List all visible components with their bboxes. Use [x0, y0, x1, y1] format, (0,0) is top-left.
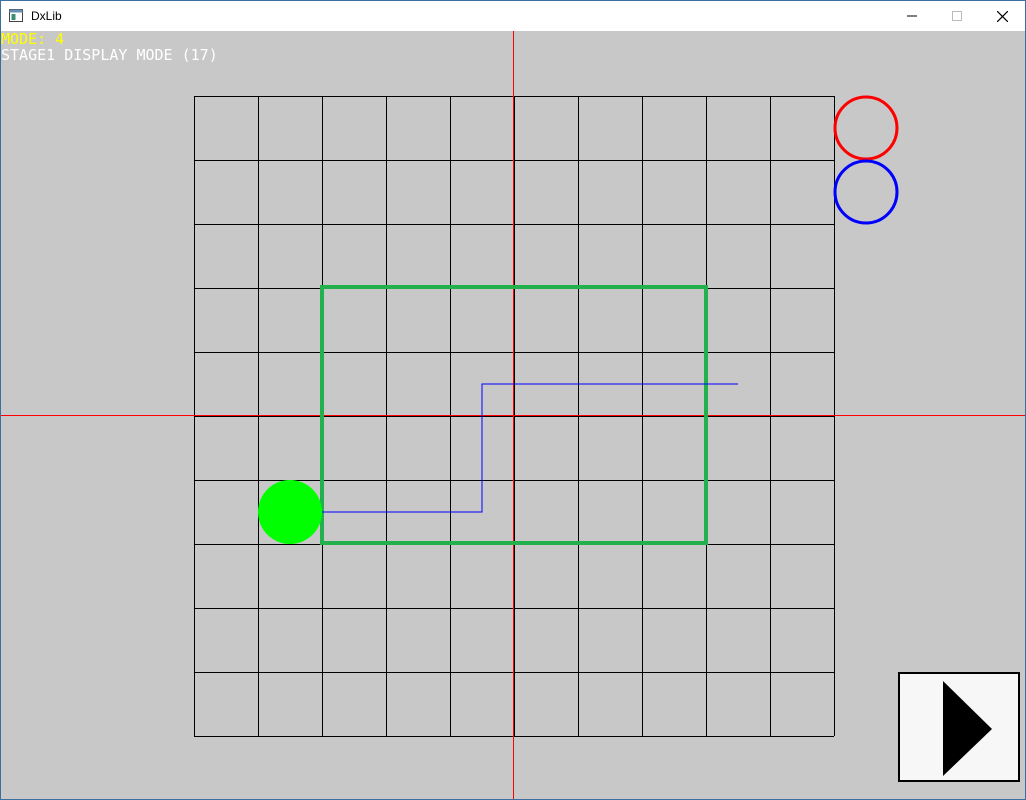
maximize-button[interactable] — [934, 1, 980, 31]
close-icon — [996, 10, 1008, 22]
player-token[interactable] — [258, 480, 322, 544]
play-triangle-icon — [943, 681, 992, 776]
red-indicator-circle — [833, 95, 899, 161]
stage-readout: STAGE1 DISPLAY MODE (17) — [1, 46, 218, 64]
close-button[interactable] — [979, 1, 1025, 31]
game-scene[interactable] — [1, 31, 1025, 799]
window-title: DxLib — [31, 9, 62, 23]
minimize-button[interactable] — [889, 1, 935, 31]
movement-path — [322, 383, 738, 513]
app-icon — [9, 9, 23, 22]
game-canvas[interactable]: MODE: 4 STAGE1 DISPLAY MODE (17) — [1, 31, 1025, 799]
maximize-icon — [952, 11, 962, 21]
mode-readout: MODE: 4 — [1, 31, 65, 48]
title-bar[interactable]: DxLib — [1, 1, 1025, 31]
next-button[interactable] — [898, 672, 1020, 782]
app-window: DxLib MODE: 4 STAGE1 DISPLAY MODE (17) — [0, 0, 1026, 800]
blue-indicator-circle — [833, 159, 899, 225]
minimize-icon — [907, 15, 917, 17]
board-grid — [194, 96, 835, 737]
